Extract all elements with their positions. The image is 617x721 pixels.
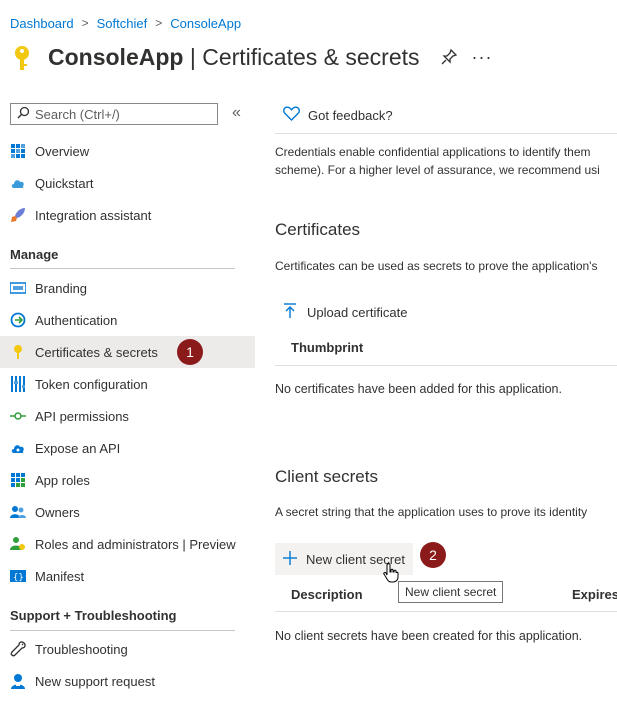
- sidebar-item-token-configuration[interactable]: Token configuration: [0, 368, 255, 400]
- feedback-button[interactable]: Got feedback?: [283, 106, 393, 124]
- sidebar-item-label: Authentication: [35, 312, 118, 328]
- breadcrumb-consoleapp[interactable]: ConsoleApp: [170, 16, 241, 31]
- heart-icon: [283, 106, 300, 124]
- sidebar-item-certificates-secrets[interactable]: Certificates & secrets: [0, 336, 255, 368]
- breadcrumb: Dashboard > Softchief > ConsoleApp: [10, 14, 241, 32]
- client-secrets-empty-message: No client secrets have been created for …: [275, 629, 583, 643]
- table-header-divider: [275, 365, 617, 366]
- manifest-icon: {}: [10, 568, 26, 584]
- section-divider: [10, 630, 235, 631]
- sidebar-item-expose-api[interactable]: Expose an API: [0, 432, 255, 464]
- step-badge-1: 1: [177, 339, 203, 365]
- sidebar-item-branding[interactable]: Branding: [0, 272, 255, 304]
- rocket-icon: [10, 207, 26, 223]
- sidebar-item-overview[interactable]: Overview: [0, 135, 255, 167]
- sidebar-item-label: Roles and administrators | Preview: [35, 536, 236, 552]
- hand-cursor-icon: [383, 563, 399, 586]
- sidebar-item-integration-assistant[interactable]: Integration assistant: [0, 199, 255, 231]
- upload-certificate-label: Upload certificate: [307, 305, 408, 320]
- sidebar-item-troubleshooting[interactable]: Troubleshooting: [0, 633, 255, 665]
- token-bars-icon: [10, 376, 26, 392]
- branding-icon: [10, 280, 26, 296]
- upload-arrow-icon: [283, 303, 297, 322]
- api-permissions-icon: [10, 408, 26, 424]
- support-heading: Support + Troubleshooting: [10, 608, 177, 623]
- column-header-description[interactable]: Description: [291, 587, 363, 602]
- breadcrumb-dashboard[interactable]: Dashboard: [10, 16, 74, 31]
- column-header-thumbprint[interactable]: Thumbprint: [291, 340, 363, 355]
- table-header-divider: [275, 611, 617, 612]
- sidebar-item-label: Owners: [35, 504, 80, 520]
- sidebar-item-label: Expose an API: [35, 440, 121, 456]
- more-options-icon[interactable]: ···: [472, 47, 493, 68]
- sidebar-item-app-roles[interactable]: App roles: [0, 464, 255, 496]
- sidebar-item-label: Troubleshooting: [35, 641, 128, 657]
- wrench-icon: [10, 641, 26, 657]
- cloud-api-icon: [10, 440, 26, 456]
- collapse-sidebar-icon[interactable]: «: [232, 104, 241, 122]
- page-title: ConsoleApp | Certificates & secrets: [48, 44, 420, 71]
- roles-admin-icon: [10, 536, 26, 552]
- step-badge-2: 2: [420, 542, 446, 568]
- overview-grid-icon: [10, 143, 26, 159]
- sidebar-item-new-support-request[interactable]: New support request: [0, 665, 255, 697]
- intro-line-1: Credentials enable confidential applicat…: [275, 145, 591, 159]
- chevron-right-icon: >: [155, 16, 163, 30]
- sidebar-item-quickstart[interactable]: Quickstart: [0, 167, 255, 199]
- plus-icon: [283, 550, 297, 568]
- pin-icon[interactable]: [440, 48, 458, 66]
- key-icon: [10, 344, 26, 360]
- manage-heading: Manage: [10, 247, 59, 262]
- certificates-description: Certificates can be used as secrets to p…: [275, 259, 598, 273]
- sidebar-item-label: Branding: [35, 280, 88, 296]
- owners-icon: [10, 504, 26, 520]
- sidebar-item-api-permissions[interactable]: API permissions: [0, 400, 255, 432]
- title-row: ConsoleApp | Certificates & secrets ···: [10, 40, 493, 74]
- svg-text:{}: {}: [13, 573, 24, 582]
- client-secrets-description: A secret string that the application use…: [275, 505, 588, 519]
- intro-line-2: scheme). For a higher level of assurance…: [275, 163, 600, 177]
- upload-certificate-button[interactable]: Upload certificate: [283, 303, 407, 322]
- app-roles-grid-icon: [10, 472, 26, 488]
- page-title-page: Certificates & secrets: [202, 43, 420, 70]
- certificates-heading: Certificates: [275, 220, 361, 239]
- sidebar-item-owners[interactable]: Owners: [0, 496, 255, 528]
- sidebar-item-label: Quickstart: [35, 175, 94, 191]
- support-person-icon: [10, 673, 26, 689]
- key-icon: [10, 40, 34, 74]
- page-title-separator: |: [183, 43, 203, 70]
- sidebar-item-label: API permissions: [35, 408, 129, 424]
- sidebar-item-authentication[interactable]: Authentication: [0, 304, 255, 336]
- sidebar-item-label: App roles: [35, 472, 90, 488]
- client-secrets-heading: Client secrets: [275, 467, 378, 486]
- search-input[interactable]: [30, 106, 205, 122]
- column-header-expires[interactable]: Expires: [572, 587, 617, 602]
- feedback-label: Got feedback?: [308, 107, 393, 123]
- sidebar-item-manifest[interactable]: {} Manifest: [0, 560, 255, 592]
- search-icon: [17, 106, 30, 122]
- sidebar-item-roles-administrators[interactable]: Roles and administrators | Preview: [0, 528, 255, 560]
- new-client-secret-tooltip: New client secret: [398, 581, 504, 603]
- chevron-right-icon: >: [81, 16, 89, 30]
- sidebar-item-label: Token configuration: [35, 376, 148, 392]
- sidebar-search[interactable]: [10, 103, 218, 125]
- sidebar-item-label: Certificates & secrets: [35, 344, 158, 360]
- sidebar-item-label: New support request: [35, 673, 155, 689]
- page-title-app: ConsoleApp: [48, 43, 184, 70]
- sidebar-item-label: Integration assistant: [35, 207, 152, 223]
- authentication-icon: [10, 312, 26, 328]
- section-divider: [10, 268, 235, 269]
- sidebar-item-label: Overview: [35, 143, 90, 159]
- sidebar-item-label: Manifest: [35, 568, 85, 584]
- cloud-icon: [10, 175, 26, 191]
- certificates-empty-message: No certificates have been added for this…: [275, 382, 562, 396]
- breadcrumb-softchief[interactable]: Softchief: [97, 16, 148, 31]
- toolbar-divider: [275, 133, 617, 134]
